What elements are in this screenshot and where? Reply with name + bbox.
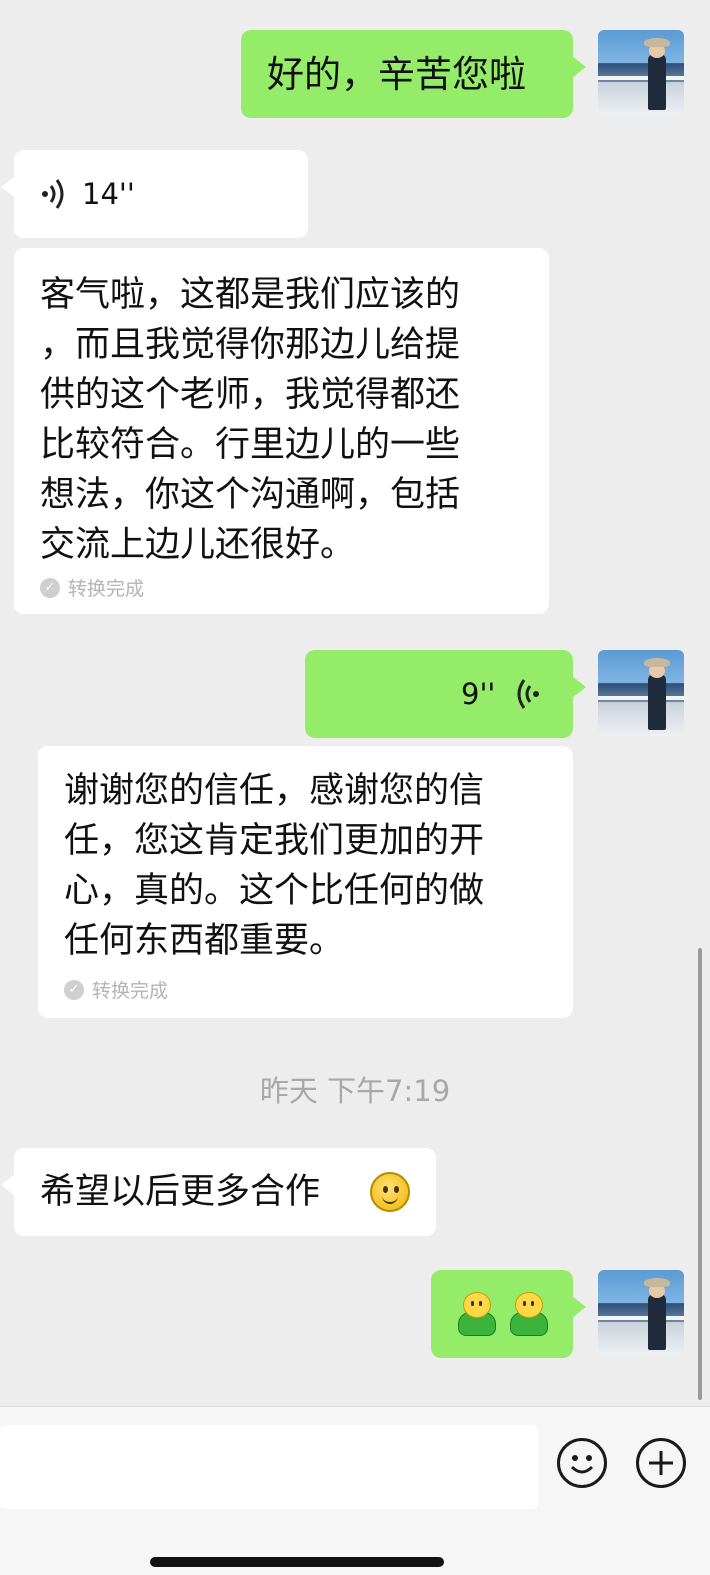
- transcription-line: 客气啦，这都是我们应该的: [40, 275, 461, 315]
- incoming-voice-message[interactable]: 14'': [1, 150, 308, 238]
- transcription-line: 心，真的。这个比任何的做: [64, 871, 485, 911]
- message-input[interactable]: [0, 1425, 538, 1509]
- transcription-line: 比较符合。行里边儿的一些: [40, 425, 461, 465]
- check-icon: ✓: [64, 979, 84, 1000]
- sticker-emoji-icon: [507, 1292, 548, 1336]
- conversion-status-label: 转换完成: [92, 980, 169, 1002]
- transcription-line: 任，您这肯定我们更加的开: [64, 821, 485, 861]
- transcription-line: 想法，你这个沟通啊，包括: [40, 475, 461, 515]
- sticker-emoji-icon: [455, 1292, 496, 1336]
- chat-input-bar: [0, 1406, 710, 1575]
- plus-circle-icon[interactable]: [636, 1438, 686, 1488]
- transcription-line: 任何东西都重要。: [64, 921, 345, 961]
- conversion-status: ✓ 转换完成: [40, 574, 144, 601]
- transcription-text: 谢谢您的信任，感谢您的信 任，您这肯定我们更加的开 心，真的。这个比任何的做 任…: [64, 766, 564, 966]
- outgoing-emoji-message[interactable]: [431, 1270, 586, 1358]
- smile-emoji-icon[interactable]: [557, 1438, 607, 1488]
- my-avatar[interactable]: [598, 650, 684, 736]
- voice-transcription-card[interactable]: 客气啦，这都是我们应该的 ，而且我觉得你那边儿给提 供的这个老师，我觉得都还 比…: [14, 248, 549, 614]
- smile-emoji-icon: [370, 1172, 410, 1212]
- message-text: 好的，辛苦您啦: [267, 53, 526, 96]
- check-icon: ✓: [40, 577, 60, 598]
- voice-wave-icon: [513, 676, 541, 712]
- voice-transcription-card[interactable]: 谢谢您的信任，感谢您的信 任，您这肯定我们更加的开 心，真的。这个比任何的做 任…: [38, 746, 573, 1018]
- outgoing-message-bubble[interactable]: 好的，辛苦您啦: [241, 30, 586, 118]
- outgoing-voice-message[interactable]: 9'': [305, 650, 586, 738]
- voice-duration: 9'': [461, 677, 496, 711]
- transcription-line: 谢谢您的信任，感谢您的信: [64, 771, 485, 811]
- transcription-line: 供的这个老师，我觉得都还: [40, 375, 461, 415]
- transcription-line: 交流上边儿还很好。: [40, 525, 356, 565]
- voice-wave-icon: [40, 176, 68, 212]
- message-text: 希望以后更多合作: [40, 1172, 321, 1212]
- incoming-message-bubble[interactable]: 希望以后更多合作: [1, 1148, 436, 1236]
- home-indicator[interactable]: [150, 1557, 444, 1567]
- conversion-status-label: 转换完成: [68, 578, 145, 600]
- my-avatar[interactable]: [598, 1270, 684, 1356]
- scrollbar[interactable]: [698, 948, 702, 1400]
- chat-timestamp: 昨天 下午7:19: [259, 1074, 451, 1108]
- voice-duration: 14'': [82, 177, 135, 211]
- transcription-text: 客气啦，这都是我们应该的 ，而且我觉得你那边儿给提 供的这个老师，我觉得都还 比…: [40, 270, 540, 570]
- my-avatar[interactable]: [598, 30, 684, 116]
- transcription-line: ，而且我觉得你那边儿给提: [40, 325, 461, 365]
- conversion-status: ✓ 转换完成: [64, 976, 168, 1003]
